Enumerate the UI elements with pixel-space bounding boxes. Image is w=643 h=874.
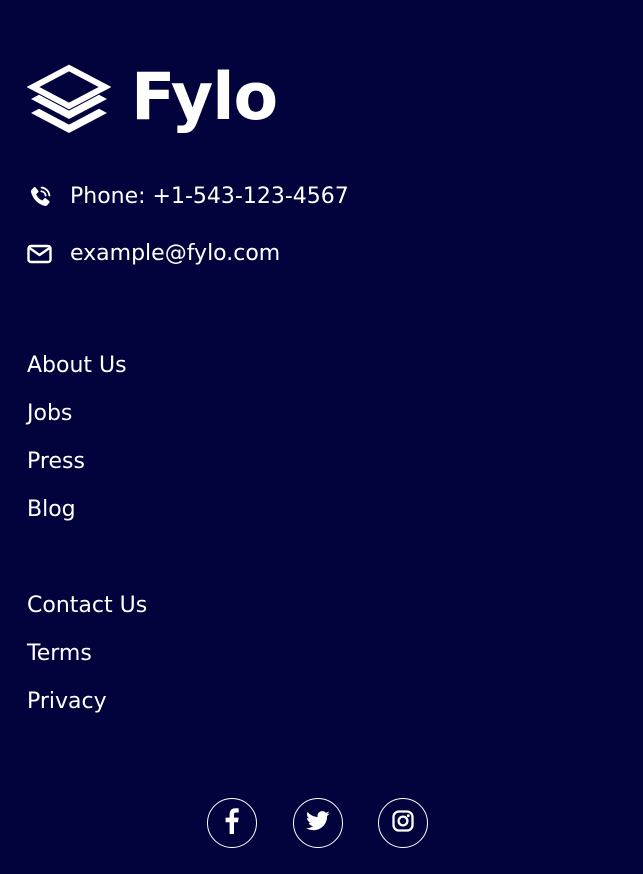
footer-links-primary: About Us Jobs Press Blog [27, 342, 127, 534]
instagram-button[interactable] [378, 798, 428, 848]
email-text[interactable]: example@fylo.com [70, 240, 280, 268]
list-item: About Us [27, 342, 127, 390]
phone-text[interactable]: Phone: +1-543-123-4567 [70, 183, 349, 211]
phone-icon [27, 184, 53, 210]
twitter-button[interactable] [293, 798, 343, 848]
link-terms[interactable]: Terms [27, 641, 92, 666]
envelope-icon [27, 241, 53, 267]
brand-logo[interactable]: Fylo [27, 60, 278, 136]
list-item: Contact Us [27, 582, 147, 630]
list-item: Press [27, 438, 127, 486]
link-privacy[interactable]: Privacy [27, 689, 107, 714]
list-item: Blog [27, 486, 127, 534]
link-about-us[interactable]: About Us [27, 353, 127, 378]
list-item: Jobs [27, 390, 127, 438]
twitter-icon [306, 811, 330, 835]
contact-phone: Phone: +1-543-123-4567 [27, 183, 349, 211]
list-item: Terms [27, 630, 147, 678]
facebook-icon [225, 808, 239, 838]
link-blog[interactable]: Blog [27, 497, 76, 522]
instagram-icon [392, 810, 414, 836]
site-footer: Fylo Phone: +1-543-123-4567 example@fylo… [0, 0, 643, 874]
social-links [0, 798, 643, 848]
link-contact-us[interactable]: Contact Us [27, 593, 147, 618]
facebook-button[interactable] [207, 798, 257, 848]
list-item: Privacy [27, 678, 147, 726]
link-jobs[interactable]: Jobs [27, 401, 72, 426]
brand-name: Fylo [131, 60, 278, 135]
stacked-layers-icon [27, 63, 111, 133]
link-press[interactable]: Press [27, 449, 85, 474]
contact-email: example@fylo.com [27, 240, 280, 268]
footer-links-secondary: Contact Us Terms Privacy [27, 582, 147, 726]
